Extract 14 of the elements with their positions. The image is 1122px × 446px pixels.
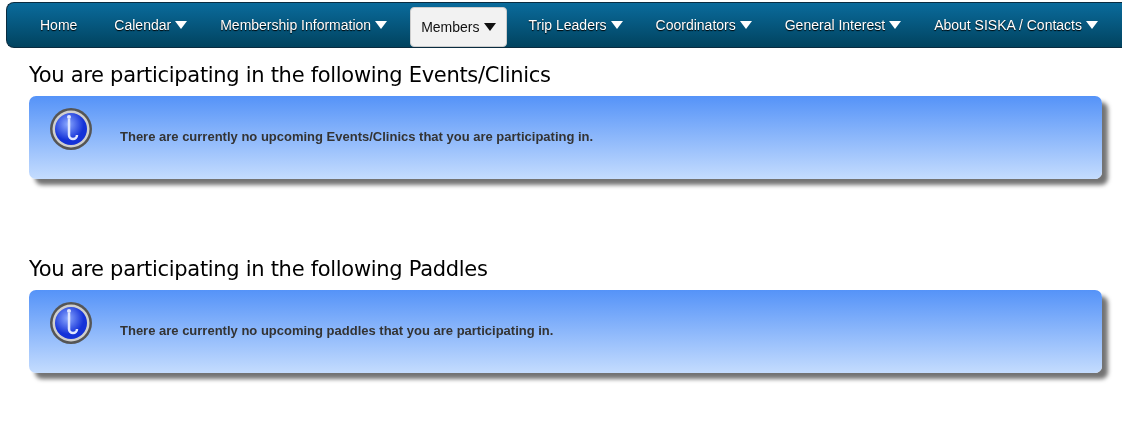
section-heading: You are participating in the following Events/Clinics	[29, 62, 552, 89]
nav-item[interactable]: Members	[410, 7, 507, 47]
nav-item[interactable]: Trip Leaders	[518, 5, 633, 45]
nav-item[interactable]: General Interest	[774, 5, 912, 45]
info-icon	[49, 107, 93, 151]
nav-item[interactable]: Home	[30, 5, 88, 45]
nav-item[interactable]: Calendar	[104, 5, 198, 45]
nav-item[interactable]: Coordinators	[645, 5, 762, 45]
info-message: There are currently no upcoming paddles that you are participating in.	[120, 323, 554, 338]
nav-item[interactable]: Membership Information	[210, 5, 398, 45]
info-message: There are currently no upcoming Events/Clinics that you are participating in.	[120, 129, 594, 144]
nav-item[interactable]: About SISKA / Contacts	[924, 5, 1108, 45]
section-heading: You are participating in the following Paddles	[29, 256, 489, 283]
info-icon	[49, 301, 93, 345]
